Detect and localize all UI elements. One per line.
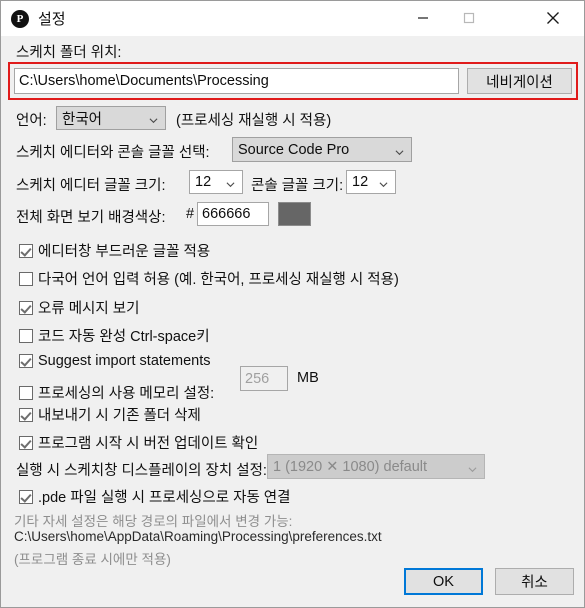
preferences-dialog: P 설정 스케치 폴더 위치: 네비게이션 언어: 한국어 <box>0 0 585 608</box>
console-font-size-select[interactable]: 12 <box>346 170 396 194</box>
checkbox-box <box>19 435 33 450</box>
ok-button[interactable]: OK <box>404 568 483 595</box>
checkbox-label: Suggest import statements <box>38 353 211 369</box>
checkbox-label: .pde 파일 실행 시 프로세싱으로 자동 연결 <box>38 490 291 506</box>
editor-font-size-select[interactable]: 12 <box>189 170 243 194</box>
editor-font-label: 스케치 에디터와 콘솔 글꼴 선택: <box>16 145 210 161</box>
dialog-body: 스케치 폴더 위치: 네비게이션 언어: 한국어 (프로세싱 재실행 시 적용)… <box>1 36 584 607</box>
checkbox-box <box>19 300 33 315</box>
processing-logo-icon: P <box>11 9 29 28</box>
checkbox-suggest-imports[interactable]: Suggest import statements <box>19 353 210 369</box>
memory-size-input[interactable] <box>240 366 288 391</box>
chevron-down-icon <box>395 149 404 155</box>
close-icon <box>547 12 559 24</box>
minimize-icon <box>418 17 428 19</box>
background-color-input[interactable] <box>197 202 269 226</box>
console-font-size-value: 12 <box>352 174 369 190</box>
checkbox-label: 코드 자동 완성 Ctrl-space키 <box>38 329 210 345</box>
checkbox-box <box>19 385 33 400</box>
editor-font-size-label: 스케치 에디터 글꼴 크기: <box>16 178 166 194</box>
checkbox-code-completion[interactable]: 코드 자동 완성 Ctrl-space키 <box>19 325 210 346</box>
chevron-down-icon <box>226 182 235 188</box>
checkbox-error-messages[interactable]: 오류 메시지 보기 <box>19 297 139 318</box>
checkbox-label: 프로세싱의 사용 메모리 설정: <box>38 386 215 402</box>
sketch-folder-path-input[interactable] <box>14 68 459 94</box>
editor-font-value: Source Code Pro <box>238 141 350 158</box>
checkbox-label: 다국어 언어 입력 허용 (예. 한국어, 프로세싱 재실행 시 적용) <box>38 272 399 288</box>
chevron-down-icon <box>468 466 477 472</box>
checkbox-label: 에디터창 부드러운 글꼴 적용 <box>38 244 211 260</box>
display-device-select[interactable]: 1 (1920 ✕ 1080) default <box>267 454 485 479</box>
display-device-value: 1 (1920 ✕ 1080) default <box>273 458 428 475</box>
checkbox-delete-previous-folder[interactable]: 내보내기 시 기존 폴더 삭제 <box>19 404 201 425</box>
footer-note-line3: (프로그램 종료 시에만 적용) <box>14 552 171 567</box>
language-select[interactable]: 한국어 <box>56 106 166 130</box>
checkbox-box <box>19 271 33 286</box>
maximize-icon <box>463 12 475 24</box>
checkbox-box <box>19 354 33 368</box>
checkbox-smooth-font[interactable]: 에디터창 부드러운 글꼴 적용 <box>19 240 210 261</box>
checkbox-box <box>19 407 33 422</box>
minimize-button[interactable] <box>400 1 446 35</box>
footer-note-line1: 기타 자세 설정은 해당 경로의 파일에서 변경 가능: <box>14 514 293 529</box>
checkbox-box <box>19 243 33 258</box>
maximize-button[interactable] <box>446 1 492 35</box>
checkbox-check-updates[interactable]: 프로그램 시작 시 버전 업데이트 확인 <box>19 432 258 453</box>
title-bar: P 설정 <box>1 1 584 37</box>
language-note: (프로세싱 재실행 시 적용) <box>176 113 332 129</box>
browse-button[interactable]: 네비게이션 <box>467 68 572 94</box>
footer-preferences-path: C:\Users\home\AppData\Roaming\Processing… <box>14 529 382 544</box>
editor-font-size-value: 12 <box>195 174 212 190</box>
cancel-button[interactable]: 취소 <box>495 568 574 595</box>
window-title: 설정 <box>38 11 66 28</box>
checkbox-box <box>19 328 33 343</box>
background-color-hash: # <box>186 206 195 222</box>
console-font-size-label: 콘솔 글꼴 크기: <box>251 178 344 194</box>
checkbox-file-association[interactable]: .pde 파일 실행 시 프로세싱으로 자동 연결 <box>19 486 291 507</box>
chevron-down-icon <box>149 118 158 124</box>
chevron-down-icon <box>379 182 388 188</box>
checkbox-label: 프로그램 시작 시 버전 업데이트 확인 <box>38 436 259 452</box>
background-color-label: 전체 화면 보기 배경색상: <box>16 210 166 226</box>
language-value: 한국어 <box>62 111 103 128</box>
checkbox-memory-setting[interactable]: 프로세싱의 사용 메모리 설정: <box>19 382 214 403</box>
display-device-label: 실행 시 스케치창 디스플레이의 장치 설정: <box>16 463 267 479</box>
checkbox-multilingual-input[interactable]: 다국어 언어 입력 허용 (예. 한국어, 프로세싱 재실행 시 적용) <box>19 268 399 289</box>
memory-unit-label: MB <box>297 370 319 386</box>
checkbox-label: 오류 메시지 보기 <box>38 301 140 317</box>
background-color-swatch[interactable] <box>278 202 311 226</box>
checkbox-box <box>19 489 33 504</box>
checkbox-label: 내보내기 시 기존 폴더 삭제 <box>38 408 201 424</box>
editor-font-select[interactable]: Source Code Pro <box>232 137 412 162</box>
language-label: 언어: <box>16 113 47 129</box>
sketch-folder-label: 스케치 폴더 위치: <box>16 45 122 61</box>
close-button[interactable] <box>530 1 576 35</box>
